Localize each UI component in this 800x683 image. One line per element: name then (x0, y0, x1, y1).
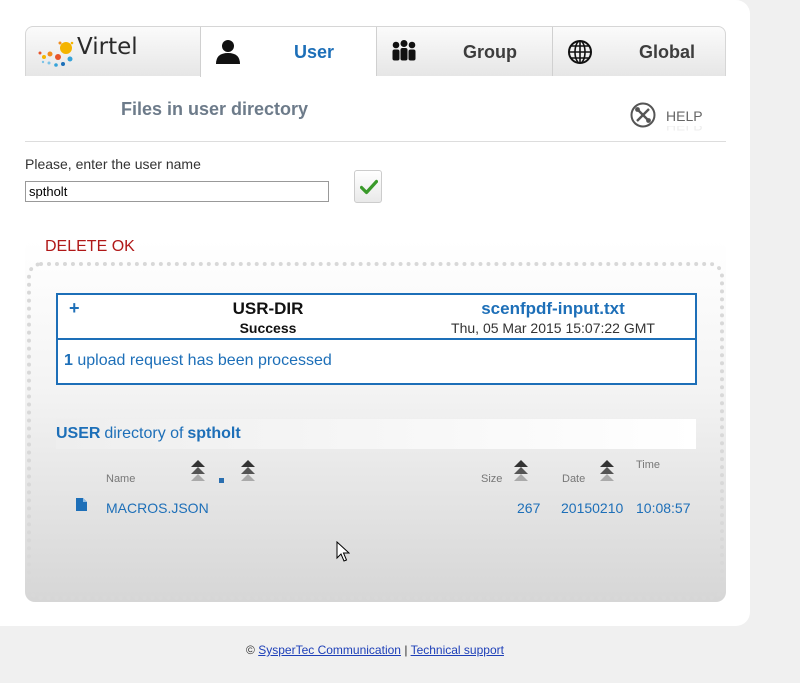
column-date: Date (562, 473, 586, 485)
tab-group[interactable]: Group (376, 27, 552, 76)
expand-icon[interactable]: + (69, 298, 80, 319)
tab-global-label: Global (639, 42, 696, 62)
file-time: 10:08:57 (636, 500, 691, 516)
file-size: 267 (517, 500, 541, 516)
request-filename: scenfpdf-input.txt (481, 299, 625, 318)
footer-separator: | (404, 643, 408, 657)
checkmark-icon (360, 179, 378, 195)
company-link[interactable]: SysperTec Communication (258, 643, 401, 657)
tab-global[interactable]: Global (552, 27, 727, 76)
sort-size-icon[interactable] (513, 459, 529, 483)
group-icon (392, 40, 416, 61)
request-date: Thu, 05 Mar 2015 15:07:22 GMT (451, 320, 655, 336)
table-header-divider (56, 490, 696, 491)
upload-request-header: + USR-DIR Success scenfpdf-input.txt Thu… (58, 295, 695, 340)
help-tools-icon (630, 102, 656, 128)
sort-name-icon[interactable] (190, 459, 206, 483)
tab-user[interactable]: User (200, 27, 376, 77)
help-label-reflection: HELP (666, 126, 703, 134)
user-name-input[interactable] (25, 181, 329, 202)
request-count: 1 (64, 352, 73, 369)
file-icon (76, 498, 87, 511)
tab-group-label: Group (463, 42, 517, 62)
sort-extension-icon[interactable] (240, 459, 256, 483)
request-summary-text: upload request has been processed (77, 352, 332, 369)
submit-button[interactable] (354, 170, 382, 203)
logo-sun-icon (38, 41, 74, 67)
help-label: HELP (666, 108, 703, 124)
user-icon (216, 40, 240, 64)
sort-date-icon[interactable] (599, 459, 615, 483)
request-summary: 1 upload request has been processed (64, 352, 332, 370)
sort-separator-icon (219, 478, 224, 483)
user-name-prompt: Please, enter the user name (25, 156, 201, 172)
column-size: Size (481, 473, 503, 485)
file-date: 20150210 (561, 500, 624, 516)
tab-user-label: User (294, 42, 335, 62)
virtel-logo: Virtel (26, 27, 200, 76)
directory-title-user: sptholt (187, 425, 241, 442)
header-bar: Virtel User Group Global (25, 26, 727, 77)
column-time: Time (636, 459, 661, 471)
column-name: Name (106, 473, 136, 485)
directory-title: USER directory of sptholt (56, 419, 696, 449)
directory-title-middle: directory of (104, 425, 184, 442)
copyright-symbol: © (246, 643, 255, 657)
divider (25, 141, 726, 142)
page-title: Files in user directory (121, 99, 309, 119)
upload-request-box: + USR-DIR Success scenfpdf-input.txt Thu… (56, 293, 697, 385)
globe-icon (568, 40, 592, 64)
request-status: Success (239, 320, 297, 336)
footer: © SysperTec Communication | Technical su… (0, 643, 750, 657)
help-button[interactable]: HELP HELP (630, 102, 703, 134)
logo-text: Virtel (77, 34, 138, 60)
mouse-cursor-icon (336, 541, 350, 562)
directory-title-prefix: USER (56, 425, 101, 442)
technical-support-link[interactable]: Technical support (411, 643, 504, 657)
file-name[interactable]: MACROS.JSON (106, 500, 209, 516)
request-directory: USR-DIR (232, 299, 304, 318)
status-message: DELETE OK (45, 238, 135, 255)
